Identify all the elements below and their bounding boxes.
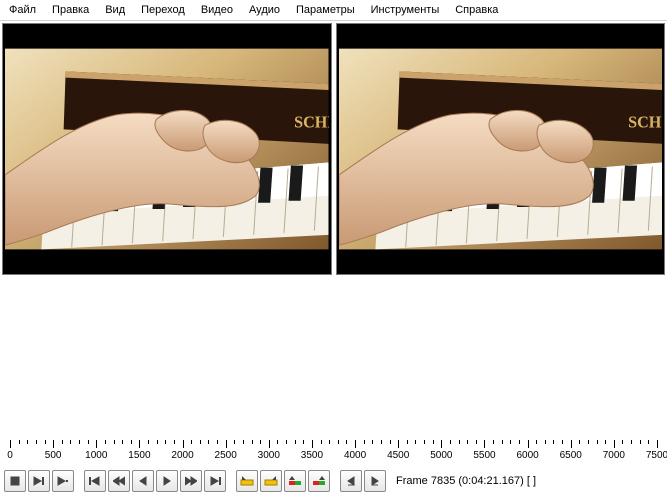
svg-text:SCHIM: SCHIM	[628, 112, 662, 131]
timeline-ruler[interactable]: 0 500 1000 1500 2000 2500 3000 3500 4000 4500 5000…	[4, 440, 663, 468]
ruler-tick-label: 2000	[171, 450, 193, 461]
stop-button[interactable]	[4, 470, 26, 492]
play-output-button[interactable]	[52, 470, 74, 492]
step-back-button[interactable]	[108, 470, 130, 492]
menu-audio[interactable]: Аудио	[242, 2, 287, 18]
go-start-button[interactable]	[84, 470, 106, 492]
mark-in-button[interactable]	[236, 470, 258, 492]
shuttle-back-button[interactable]	[340, 470, 362, 492]
menu-tools[interactable]: Инструменты	[364, 2, 447, 18]
menu-bar: Файл Правка Вид Переход Видео Аудио Пара…	[0, 0, 667, 21]
transport-controls: Frame 7835 (0:04:21.167) [ ]	[4, 468, 663, 494]
go-end-button[interactable]	[204, 470, 226, 492]
ruler-tick-label: 0	[7, 450, 13, 461]
frame-status-text: Frame 7835 (0:04:21.167) [ ]	[396, 475, 536, 487]
video-preview-area: SCHIM	[0, 21, 667, 277]
step-forward-button[interactable]	[180, 470, 202, 492]
ruler-tick-label: 5000	[430, 450, 452, 461]
menu-view[interactable]: Вид	[98, 2, 132, 18]
prev-key-button[interactable]	[132, 470, 154, 492]
ruler-tick-label: 500	[45, 450, 62, 461]
ruler-tick-label: 6500	[560, 450, 582, 461]
menu-edit[interactable]: Правка	[45, 2, 96, 18]
ruler-tick-label: 1500	[128, 450, 150, 461]
play-input-button[interactable]	[28, 470, 50, 492]
ruler-tick-label: 3500	[301, 450, 323, 461]
next-key-button[interactable]	[156, 470, 178, 492]
ruler-tick-label: 7500	[646, 450, 667, 461]
ruler-tick-label: 6000	[516, 450, 538, 461]
next-range-button[interactable]	[308, 470, 330, 492]
ruler-tick-label: 7000	[603, 450, 625, 461]
ruler-tick-label: 1000	[85, 450, 107, 461]
mark-out-button[interactable]	[260, 470, 282, 492]
ruler-tick-label: 5500	[473, 450, 495, 461]
timeline-region: 0 500 1000 1500 2000 2500 3000 3500 4000 4500 5000…	[0, 440, 667, 500]
input-frame-image: SCHIM	[5, 30, 329, 268]
menu-video[interactable]: Видео	[194, 2, 240, 18]
ruler-tick-label: 3000	[258, 450, 280, 461]
svg-text:SCHIM: SCHIM	[294, 112, 328, 131]
menu-go[interactable]: Переход	[134, 2, 192, 18]
shuttle-forward-button[interactable]	[364, 470, 386, 492]
ruler-tick-label: 4000	[344, 450, 366, 461]
output-frame-image: SCHIM	[339, 30, 663, 268]
menu-help[interactable]: Справка	[448, 2, 505, 18]
ruler-tick-label: 4500	[387, 450, 409, 461]
ruler-tick-label: 2500	[215, 450, 237, 461]
menu-options[interactable]: Параметры	[289, 2, 362, 18]
video-pane-input[interactable]: SCHIM	[2, 23, 332, 275]
menu-file[interactable]: Файл	[2, 2, 43, 18]
prev-range-button[interactable]	[284, 470, 306, 492]
video-pane-output[interactable]: SCHIM	[336, 23, 666, 275]
